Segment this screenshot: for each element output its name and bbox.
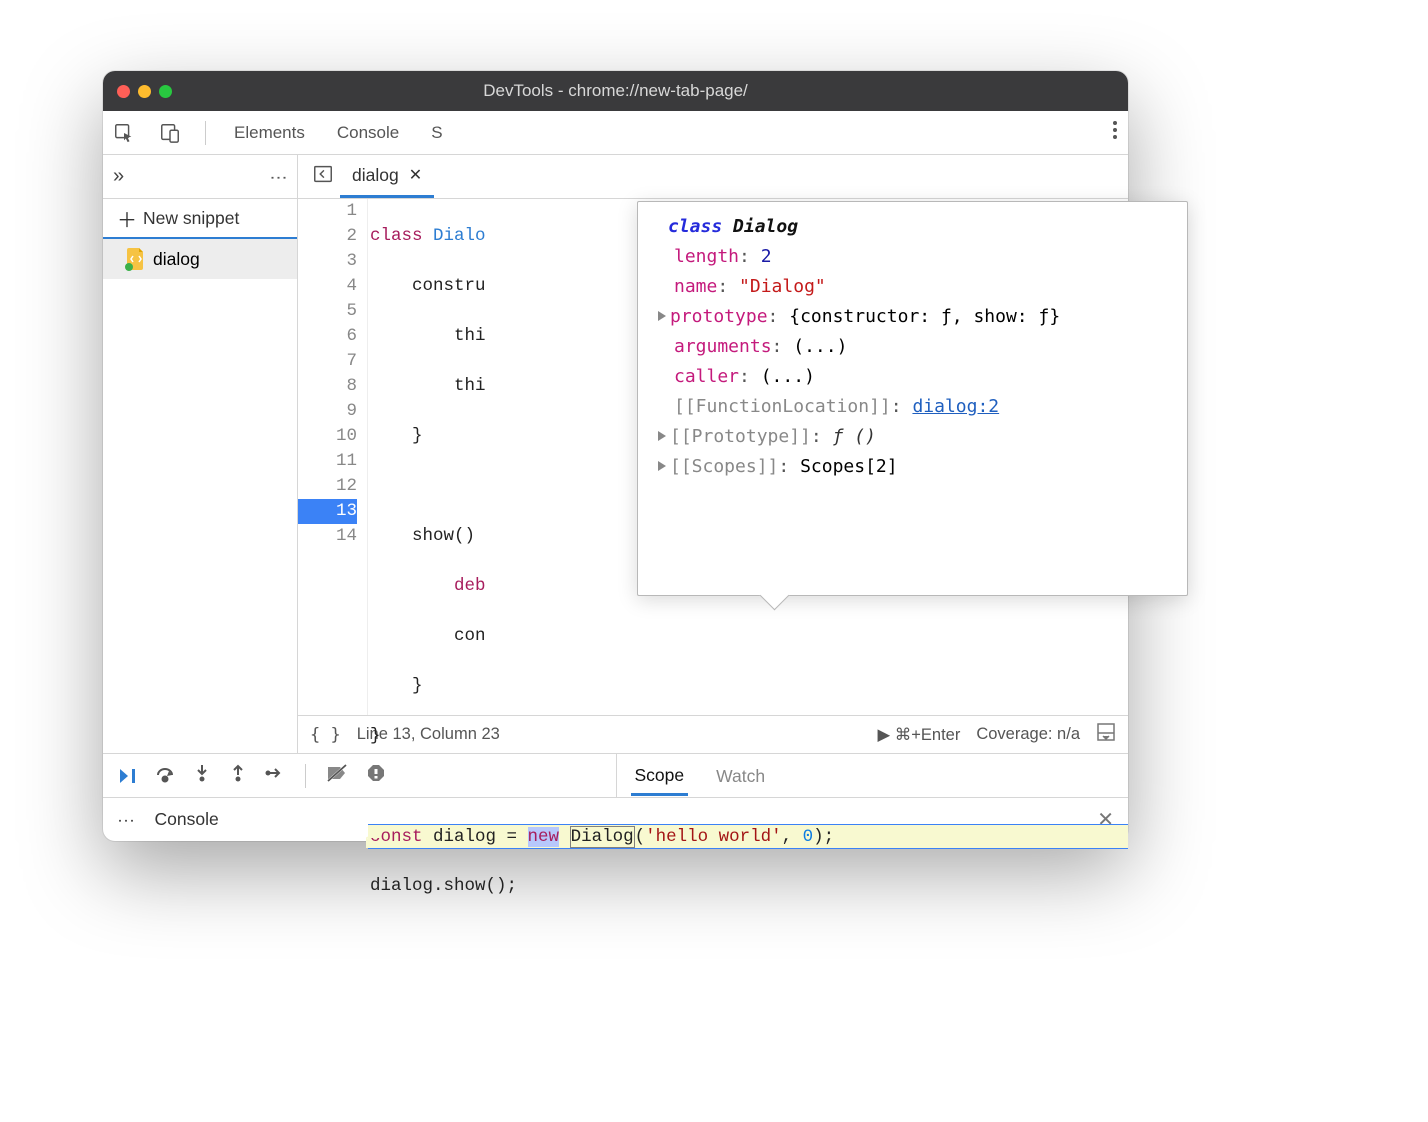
editor-tab-label: dialog xyxy=(352,165,399,186)
new-snippet-label: New snippet xyxy=(143,208,239,229)
snippet-file-icon xyxy=(127,248,145,270)
expand-icon xyxy=(658,431,666,441)
device-toggle-icon[interactable] xyxy=(159,122,181,144)
more-menu-icon[interactable] xyxy=(1112,120,1118,145)
window-title: DevTools - chrome://new-tab-page/ xyxy=(103,81,1128,101)
deactivate-breakpoints-icon[interactable] xyxy=(326,763,348,788)
sidebar-more-icon[interactable]: ⋮ xyxy=(270,169,288,184)
expand-icon xyxy=(658,461,666,471)
inspect-element-icon[interactable] xyxy=(113,122,135,144)
console-more-icon[interactable]: ⋮ xyxy=(117,812,135,827)
editor-tabbar: dialog ✕ xyxy=(298,155,1128,199)
console-tab-label[interactable]: Console xyxy=(155,809,219,830)
tab-elements[interactable]: Elements xyxy=(230,123,309,143)
maximize-window-icon[interactable] xyxy=(159,85,172,98)
tab-console[interactable]: Console xyxy=(333,123,403,143)
tooltip-row-prototype[interactable]: prototype: {constructor: ƒ, show: ƒ} xyxy=(674,302,1167,332)
expand-icon xyxy=(658,311,666,321)
close-window-icon[interactable] xyxy=(117,85,130,98)
editor-tab-dialog[interactable]: dialog ✕ xyxy=(340,155,434,198)
step-over-icon[interactable] xyxy=(155,763,175,788)
sidebar-nav-row: » ⋮ xyxy=(103,155,297,199)
tab-sources[interactable]: S xyxy=(427,123,446,143)
execution-line: const dialog = new Dialog('hello world',… xyxy=(368,824,1128,849)
snippet-list: dialog xyxy=(103,239,297,753)
devtools-window: DevTools - chrome://new-tab-page/ Elemen… xyxy=(103,71,1128,841)
object-preview-tooltip: class Dialog length: 2 name: "Dialog" pr… xyxy=(637,201,1188,596)
navigator-back-icon[interactable] xyxy=(306,159,340,194)
step-into-icon[interactable] xyxy=(193,763,211,788)
step-icon[interactable] xyxy=(265,763,285,788)
snippet-item-dialog[interactable]: dialog xyxy=(103,239,297,279)
main-tabbar: Elements Console S xyxy=(103,111,1128,155)
new-snippet-button[interactable]: ＋ New snippet xyxy=(103,199,297,239)
step-out-icon[interactable] xyxy=(229,763,247,788)
pretty-print-button[interactable]: { } xyxy=(310,725,341,745)
plus-icon: ＋ xyxy=(117,204,137,233)
tooltip-row-scopes[interactable]: [[Scopes]]: Scopes[2] xyxy=(674,452,1167,482)
traffic-lights xyxy=(117,85,172,98)
resume-icon[interactable] xyxy=(117,766,137,786)
close-tab-icon[interactable]: ✕ xyxy=(409,165,422,185)
line-gutter: 1234567891011121314 xyxy=(298,199,368,715)
expand-navigator-icon[interactable]: » xyxy=(113,165,124,188)
minimize-window-icon[interactable] xyxy=(138,85,151,98)
sidebar: » ⋮ ＋ New snippet dialog xyxy=(103,155,298,753)
tooltip-row-internal-prototype[interactable]: [[Prototype]]: ƒ () xyxy=(674,422,1167,452)
function-location-link[interactable]: dialog:2 xyxy=(912,396,999,417)
snippet-item-label: dialog xyxy=(153,249,200,270)
titlebar: DevTools - chrome://new-tab-page/ xyxy=(103,71,1128,111)
